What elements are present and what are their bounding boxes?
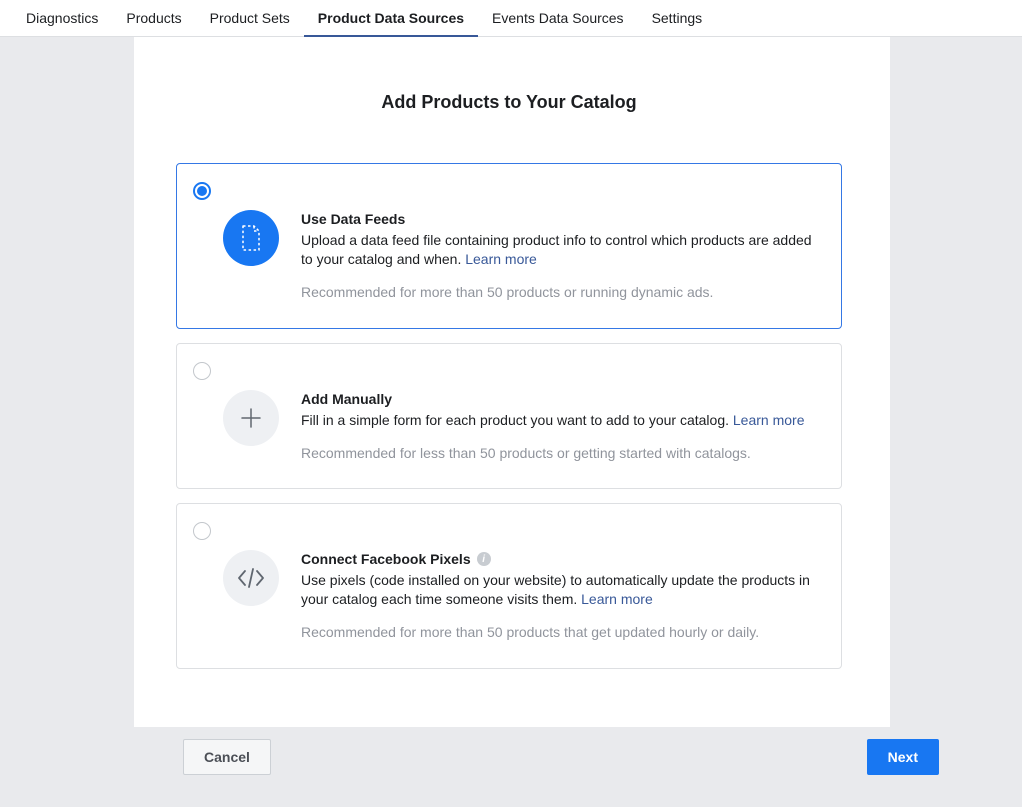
tab-settings[interactable]: Settings — [638, 0, 717, 37]
tab-product-data-sources[interactable]: Product Data Sources — [304, 0, 478, 37]
option-body: Add Manually Fill in a simple form for ea… — [193, 390, 821, 463]
option-note: Recommended for less than 50 products or… — [301, 444, 821, 463]
main-panel: Add Products to Your Catalog Use Data Fe… — [134, 37, 890, 727]
radio-button[interactable] — [193, 522, 211, 540]
option-text: Connect Facebook Pixels i Use pixels (code… — [301, 550, 821, 642]
option-description-text: Fill in a simple form for each product y… — [301, 412, 733, 428]
option-note: Recommended for more than 50 products th… — [301, 623, 821, 642]
option-body: Connect Facebook Pixels i Use pixels (code… — [193, 550, 821, 642]
file-icon — [223, 210, 279, 266]
page-title: Add Products to Your Catalog — [176, 92, 842, 113]
learn-more-link[interactable]: Learn more — [733, 412, 805, 428]
code-icon — [223, 550, 279, 606]
radio-button[interactable] — [193, 362, 211, 380]
option-description: Upload a data feed file containing produ… — [301, 231, 821, 269]
option-note: Recommended for more than 50 products or… — [301, 283, 821, 302]
info-icon[interactable]: i — [477, 552, 491, 566]
option-card-add-manually[interactable]: Add Manually Fill in a simple form for ea… — [176, 343, 842, 490]
option-text: Add Manually Fill in a simple form for ea… — [301, 390, 821, 463]
radio-button[interactable] — [193, 182, 211, 200]
learn-more-link[interactable]: Learn more — [465, 251, 537, 267]
option-title: Use Data Feeds — [301, 211, 821, 227]
next-button[interactable]: Next — [867, 739, 939, 775]
option-title: Add Manually — [301, 391, 821, 407]
tabs-bar: DiagnosticsProductsProduct SetsProduct D… — [0, 0, 1022, 37]
footer-bar: Cancel Next — [183, 727, 939, 775]
plus-icon — [223, 390, 279, 446]
learn-more-link[interactable]: Learn more — [581, 591, 653, 607]
options-list: Use Data Feeds Upload a data feed file co… — [176, 163, 842, 669]
cancel-button[interactable]: Cancel — [183, 739, 271, 775]
option-title-text: Connect Facebook Pixels — [301, 551, 471, 567]
option-description: Fill in a simple form for each product y… — [301, 411, 821, 430]
option-text: Use Data Feeds Upload a data feed file co… — [301, 210, 821, 302]
option-description-text: Use pixels (code installed on your websi… — [301, 572, 810, 607]
option-description-text: Upload a data feed file containing produ… — [301, 232, 812, 267]
tab-product-sets[interactable]: Product Sets — [196, 0, 304, 37]
panel-wrapper: Add Products to Your Catalog Use Data Fe… — [0, 37, 1022, 727]
option-title: Connect Facebook Pixels i — [301, 551, 821, 567]
option-title-text: Add Manually — [301, 391, 392, 407]
option-card-connect-facebook-pixels[interactable]: Connect Facebook Pixels i Use pixels (code… — [176, 503, 842, 669]
tab-events-data-sources[interactable]: Events Data Sources — [478, 0, 638, 37]
tab-products[interactable]: Products — [112, 0, 195, 37]
option-title-text: Use Data Feeds — [301, 211, 405, 227]
option-body: Use Data Feeds Upload a data feed file co… — [193, 210, 821, 302]
tab-diagnostics[interactable]: Diagnostics — [22, 0, 112, 37]
option-description: Use pixels (code installed on your websi… — [301, 571, 821, 609]
option-card-use-data-feeds[interactable]: Use Data Feeds Upload a data feed file co… — [176, 163, 842, 329]
